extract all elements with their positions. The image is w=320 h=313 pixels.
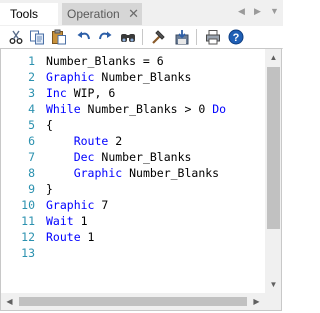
scrollbar-corner <box>265 293 282 310</box>
vertical-scrollbar[interactable]: ▲ ▼ <box>265 49 282 293</box>
toolbar-separator <box>196 29 197 45</box>
line-number: 10 <box>21 198 35 212</box>
line-number: 11 <box>21 214 35 228</box>
line-number: 9 <box>28 182 35 196</box>
code-text: While Number_Blanks > 0 Do <box>46 101 226 117</box>
copy-icon[interactable] <box>29 29 45 45</box>
cut-icon[interactable] <box>8 29 24 45</box>
line-number: 7 <box>28 150 35 164</box>
code-keyword: Graphic <box>46 70 95 84</box>
code-body: } <box>46 182 53 196</box>
print-icon[interactable] <box>205 29 221 45</box>
code-body: 2 <box>108 134 123 148</box>
tab-tools[interactable]: Tools <box>0 3 58 25</box>
code-keyword: Route <box>46 230 81 244</box>
build-icon[interactable] <box>150 29 166 45</box>
code-line[interactable]: 5{ <box>1 117 265 133</box>
code-body: 1 <box>80 230 95 244</box>
code-text: Wait 1 <box>46 213 88 229</box>
code-body: Number_Blanks > 0 <box>80 102 213 116</box>
code-body: 7 <box>94 198 109 212</box>
code-text: Graphic Number_Blanks <box>46 165 219 181</box>
paste-icon[interactable] <box>51 29 67 45</box>
undo-icon[interactable] <box>76 29 92 45</box>
code-keyword: Do <box>212 102 227 116</box>
code-body: Number_Blanks <box>122 166 220 180</box>
code-text: Graphic Number_Blanks <box>46 69 191 85</box>
code-body: Number_Blanks <box>94 150 192 164</box>
code-keyword: Wait <box>46 214 74 228</box>
line-number: 8 <box>28 166 35 180</box>
save-icon[interactable] <box>174 29 190 45</box>
code-line[interactable]: 3 Inc WIP, 6 <box>1 85 265 101</box>
code-line[interactable]: 6 Route 2 <box>1 133 265 149</box>
svg-text:?: ? <box>233 32 240 44</box>
code-line[interactable]: 7 Dec Number_Blanks <box>1 149 265 165</box>
code-text: } <box>46 181 53 197</box>
horizontal-scroll-thumb[interactable] <box>19 297 247 306</box>
code-keyword: Route <box>73 134 109 148</box>
code-text: { <box>46 117 53 133</box>
code-text: Route 1 <box>46 229 94 245</box>
tab-operation[interactable]: Operation ✕ <box>62 3 142 25</box>
code-text: Graphic 7 <box>46 197 108 213</box>
code-body: Number_Blanks <box>94 70 192 84</box>
code-body: 1 <box>73 214 88 228</box>
tab-operation-label: Operation <box>67 7 120 21</box>
code-text: Number_Blanks = 6 <box>46 53 164 69</box>
code-keyword: Inc <box>46 86 67 100</box>
horizontal-scrollbar[interactable]: ◀ ▶ <box>1 293 265 310</box>
line-number: 3 <box>28 86 35 100</box>
code-line[interactable]: 1 Number_Blanks = 6 <box>1 53 265 69</box>
help-icon[interactable]: ? <box>228 29 244 45</box>
code-text: Dec Number_Blanks <box>46 149 192 165</box>
scroll-right-icon[interactable]: ▶ <box>248 293 265 310</box>
scroll-left-icon[interactable]: ◀ <box>1 293 18 310</box>
close-icon[interactable]: ✕ <box>128 3 139 25</box>
tab-next-icon[interactable]: ▶ <box>254 6 261 17</box>
code-keyword: Graphic <box>46 198 95 212</box>
tab-menu-icon[interactable]: ▼ <box>270 6 279 16</box>
code-keyword: While <box>46 102 81 116</box>
toolbar: ? <box>0 26 283 49</box>
line-number: 5 <box>28 118 35 132</box>
find-icon[interactable] <box>120 29 136 45</box>
line-number: 2 <box>28 70 35 84</box>
code-keyword: Dec <box>73 150 95 164</box>
code-line[interactable]: 13 <box>1 245 265 261</box>
code-line[interactable]: 10 Graphic 7 <box>1 197 265 213</box>
code-keyword: Graphic <box>73 166 123 180</box>
line-number: 1 <box>28 54 35 68</box>
line-number: 12 <box>21 230 35 244</box>
redo-icon[interactable] <box>97 29 113 45</box>
line-number: 13 <box>21 246 35 260</box>
scroll-down-icon[interactable]: ▼ <box>265 276 282 293</box>
code-line[interactable]: 4 While Number_Blanks > 0 Do <box>1 101 265 117</box>
tab-tools-label: Tools <box>10 7 39 21</box>
code-line[interactable]: 2 Graphic Number_Blanks <box>1 69 265 85</box>
code-text: Inc WIP, 6 <box>46 85 115 101</box>
vertical-scroll-thumb[interactable] <box>267 67 280 229</box>
code-body: WIP, 6 <box>66 86 116 100</box>
code-text: Route 2 <box>46 133 122 149</box>
code-line[interactable]: 11 Wait 1 <box>1 213 265 229</box>
code-line[interactable]: 9} <box>1 181 265 197</box>
tab-strip: Tools Operation ✕ ◀ ▶ ▼ <box>0 0 283 26</box>
line-number: 6 <box>28 134 35 148</box>
code-editor[interactable]: 1 Number_Blanks = 6 2 Graphic Number_Blanks… <box>1 49 265 292</box>
code-body: Number_Blanks = 6 <box>46 54 164 68</box>
code-body: { <box>46 118 53 132</box>
code-line[interactable]: 8 Graphic Number_Blanks <box>1 165 265 181</box>
scroll-up-icon[interactable]: ▲ <box>265 49 282 66</box>
line-number: 4 <box>28 102 35 116</box>
toolbar-separator <box>142 29 143 45</box>
code-line[interactable]: 12 Route 1 <box>1 229 265 245</box>
tab-prev-icon[interactable]: ◀ <box>238 6 245 17</box>
